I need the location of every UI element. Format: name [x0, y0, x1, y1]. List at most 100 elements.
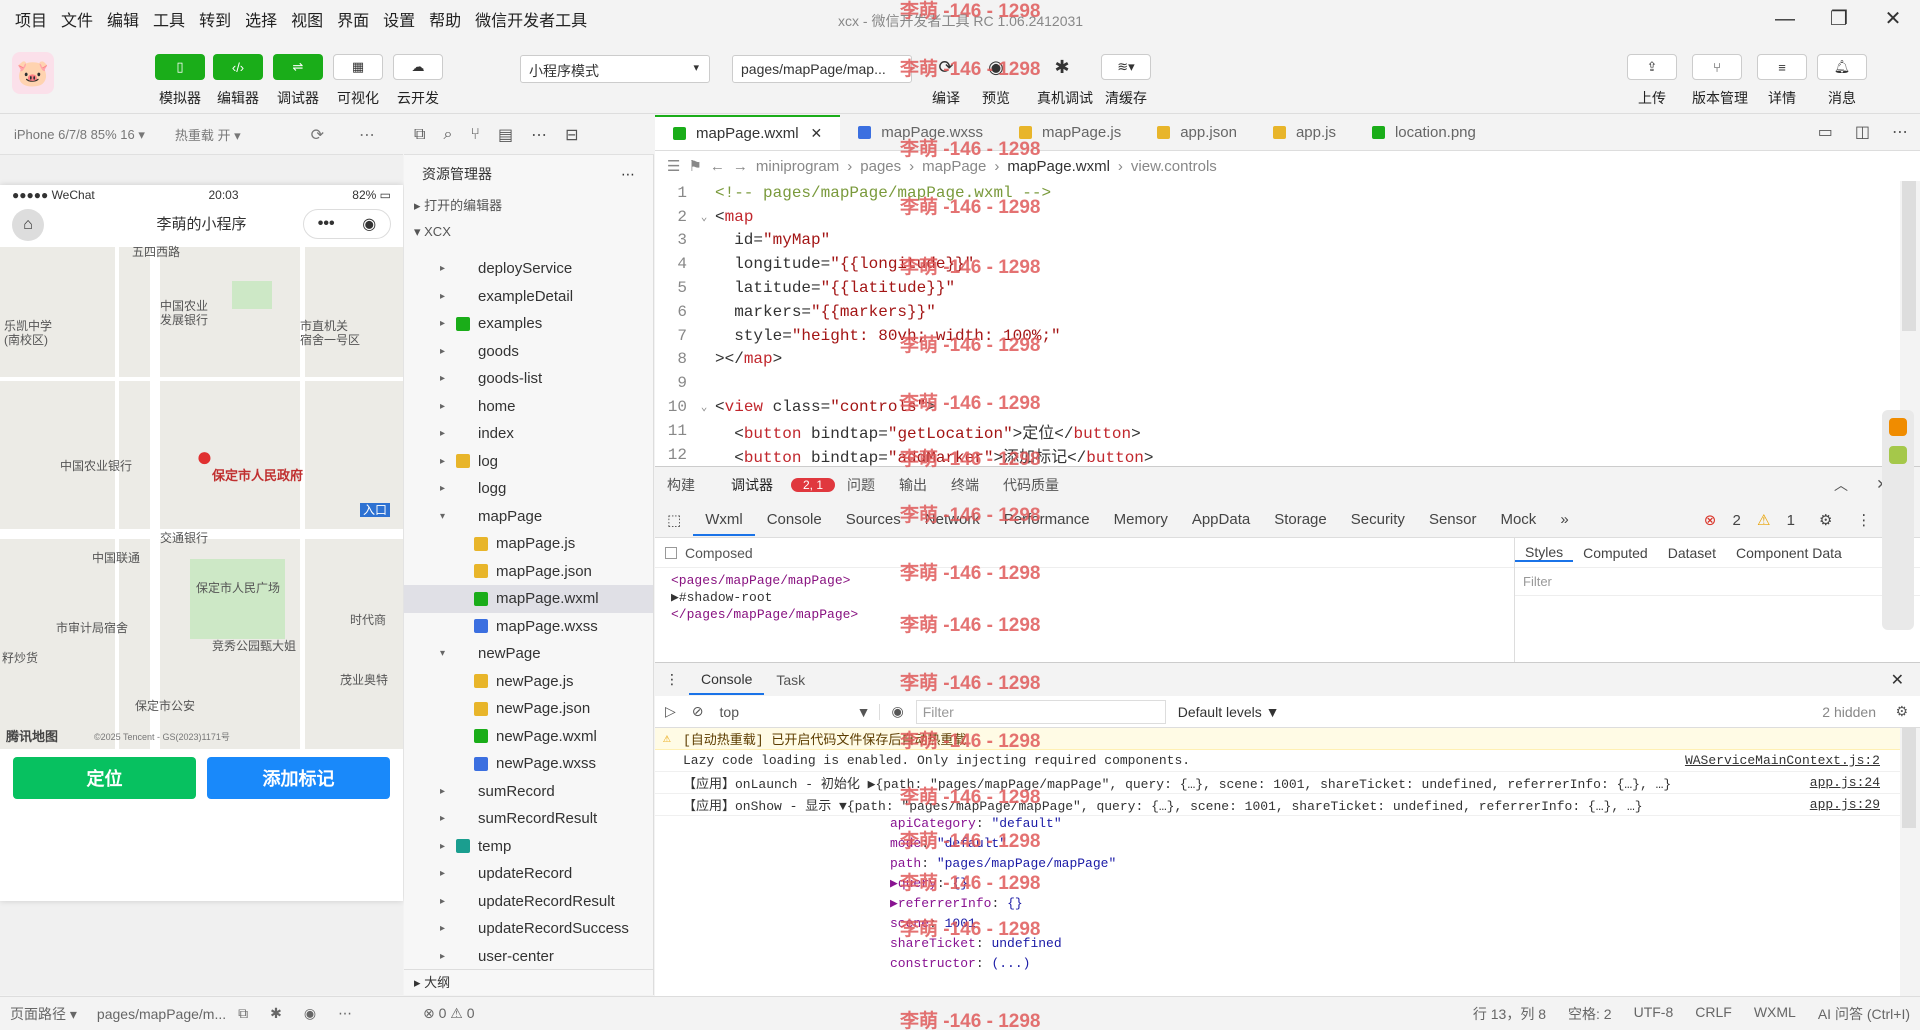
add-marker-button[interactable]: 添加标记 [207, 757, 390, 799]
file-tree-item[interactable]: mapPage.wxss [404, 613, 653, 641]
collapse-icon[interactable]: ︿ [1822, 475, 1860, 495]
style-tab[interactable]: Component Data [1726, 545, 1852, 561]
details-button[interactable]: ≡ 详情 [1757, 54, 1807, 108]
console-filter-input[interactable]: Filter [915, 699, 1166, 724]
files-icon[interactable]: ⧉ [414, 126, 425, 144]
copy-icon[interactable]: ⧉ [226, 1005, 248, 1022]
tab-task[interactable]: Task [764, 672, 817, 688]
preview-button[interactable]: ◉ 预览 [971, 54, 1021, 108]
menu-item[interactable]: 选择 [238, 7, 284, 31]
editor-more-icon[interactable]: ⋯ [1892, 122, 1908, 142]
tab-output[interactable]: 输出 [887, 475, 939, 495]
real-debug-button[interactable]: ✱ 真机调试 [1037, 54, 1093, 108]
object-property[interactable]: apiCategory: "default" [655, 816, 1900, 836]
source-link[interactable]: app.js:29 [1810, 797, 1880, 812]
panel-tab[interactable]: Storage [1262, 511, 1339, 528]
file-tree-item[interactable]: ▸ home [404, 393, 653, 421]
file-tree-item[interactable]: ▸ updateRecord [404, 860, 653, 888]
close-window-button[interactable]: ✕ [1866, 0, 1920, 38]
indent-setting[interactable]: 空格: 2 [1568, 1004, 1612, 1024]
source-link[interactable]: app.js:24 [1810, 775, 1880, 790]
simulator-toggle[interactable]: ▯ 模拟器 [155, 54, 205, 108]
code-line[interactable]: 8 ></map> [655, 348, 1900, 372]
panel-tab[interactable]: Performance [992, 511, 1102, 528]
element-node[interactable]: ▶#shadow-root [671, 589, 1514, 606]
composed-toggle[interactable]: Composed [655, 538, 1514, 568]
debugger-toggle[interactable]: ⇌ 调试器 [273, 54, 323, 108]
code-line[interactable]: 11 <button bindtap="getLocation">定位</but… [655, 419, 1900, 443]
clear-cache-button[interactable]: ≋▾ 清缓存 [1101, 54, 1151, 108]
fold-icon[interactable]: ⌄ [693, 210, 715, 224]
tab-terminal[interactable]: 终端 [939, 475, 991, 495]
file-tree-item[interactable]: ▸ updateRecordResult [404, 888, 653, 916]
explorer-more-icon[interactable]: ⋯ [621, 166, 635, 183]
map-view[interactable]: 五四西路 中国农业 发展银行 市直机关 宿舍一号区 乐凯中学 (南校区) 中国农业银行保… [0, 241, 403, 749]
eye-icon[interactable]: ◉ [282, 1005, 316, 1022]
performance-icon[interactable] [1889, 446, 1907, 464]
more-icon[interactable]: ⋯ [316, 1005, 352, 1022]
upload-button[interactable]: ⇪ 上传 [1627, 54, 1677, 108]
breadcrumb-item[interactable]: mapPage [922, 158, 986, 175]
minimize-button[interactable]: — [1758, 0, 1812, 38]
editor-toggle[interactable]: ‹/› 编辑器 [213, 54, 263, 108]
object-property[interactable]: constructor: (...) [655, 956, 1900, 976]
code-line[interactable]: 5 latitude="{{latitude}}" [655, 276, 1900, 300]
page-path-select[interactable]: 页面路径 ▾ [0, 1004, 77, 1024]
tab-build[interactable]: 构建 [655, 475, 707, 495]
mode-select[interactable]: 小程序模式 [520, 55, 710, 83]
locate-button[interactable]: 定位 [13, 757, 196, 799]
breadcrumb-item[interactable]: view.controls [1131, 158, 1217, 175]
object-property[interactable]: ▶referrerInfo: {} [655, 896, 1900, 916]
avatar[interactable]: 🐷 [12, 52, 54, 94]
menu-capsule[interactable]: ••• ◉ [303, 209, 391, 239]
file-tree-item[interactable]: ▸ examples [404, 310, 653, 338]
console-scrollbar[interactable] [1902, 728, 1916, 828]
fold-icon[interactable]: ⌄ [693, 400, 715, 414]
comment-icon[interactable]: ▭ [1818, 122, 1833, 142]
issue-counter[interactable]: ⊗ 2 ⚠ 1 [1680, 511, 1807, 529]
file-tree-item[interactable]: ▸ log [404, 448, 653, 476]
element-tree[interactable]: <pages/mapPage/mapPage> ▶#shadow-root </pa… [655, 568, 1514, 623]
messages-button[interactable]: 🔔︎ 消息 [1817, 54, 1867, 108]
breadcrumb-item[interactable]: mapPage.wxml [1007, 158, 1110, 175]
compile-button[interactable]: ⟳ 编译 [921, 54, 971, 108]
panel-tab[interactable]: Sensor [1417, 511, 1489, 528]
panel-tab[interactable]: Console [755, 511, 834, 528]
rotate-icon[interactable]: ⟳ [311, 125, 324, 145]
panel-toggle-icon[interactable]: ⊟ [565, 125, 578, 145]
forward-icon[interactable]: → [733, 158, 748, 175]
sidebar-toggle-icon[interactable]: ▷ [655, 703, 686, 720]
file-tree-item[interactable]: newPage.wxml [404, 723, 653, 751]
file-tree-item[interactable]: newPage.wxss [404, 750, 653, 778]
tab-code-quality[interactable]: 代码质量 [991, 475, 1071, 495]
more-tabs-icon[interactable]: » [1548, 511, 1580, 528]
file-tree-item[interactable]: ▸ updateRecordSuccess [404, 915, 653, 943]
more-dots-icon[interactable]: ••• [318, 215, 335, 233]
style-tab[interactable]: Computed [1573, 545, 1658, 561]
version-button[interactable]: ⑂ 版本管理 [1692, 54, 1748, 108]
code-line[interactable]: 9 [655, 371, 1900, 395]
editor-tab[interactable]: mapPage.wxml ✕ [655, 115, 841, 150]
cursor-position[interactable]: 行 13，列 8 [1473, 1004, 1546, 1024]
compile-path-select[interactable]: pages/mapPage/map... [732, 55, 912, 83]
line-ending[interactable]: CRLF [1695, 1004, 1732, 1024]
hot-reload-select[interactable]: 热重载 开 ▾ [145, 125, 241, 144]
context-select[interactable]: top ▼ [720, 703, 880, 720]
extensions-icon[interactable]: ▤ [498, 125, 513, 145]
close-target-icon[interactable]: ◉ [362, 214, 376, 234]
file-tree-item[interactable]: newPage.json [404, 695, 653, 723]
file-tree-item[interactable]: ▸ sumRecordResult [404, 805, 653, 833]
clear-console-icon[interactable]: ⊘ [686, 703, 710, 720]
menu-item[interactable]: 编辑 [100, 7, 146, 31]
drawer-menu-icon[interactable]: ⋮ [655, 671, 689, 688]
object-property[interactable]: path: "pages/mapPage/mapPage" [655, 856, 1900, 876]
back-icon[interactable]: ← [710, 158, 725, 175]
split-editor-icon[interactable]: ◫ [1855, 122, 1870, 142]
file-tree-item[interactable]: mapPage.js [404, 530, 653, 558]
source-link[interactable]: WAServiceMainContext.js:2 [1685, 753, 1880, 768]
menu-item[interactable]: 文件 [54, 7, 100, 31]
code-editor[interactable]: 1 <!-- pages/mapPage/mapPage.wxml --> 2 ⌄ <m… [655, 181, 1900, 466]
code-line[interactable]: 3 id="myMap" [655, 229, 1900, 253]
file-tree-item[interactable]: ▸ goods-list [404, 365, 653, 393]
file-tree-item[interactable]: ▸ logg [404, 475, 653, 503]
